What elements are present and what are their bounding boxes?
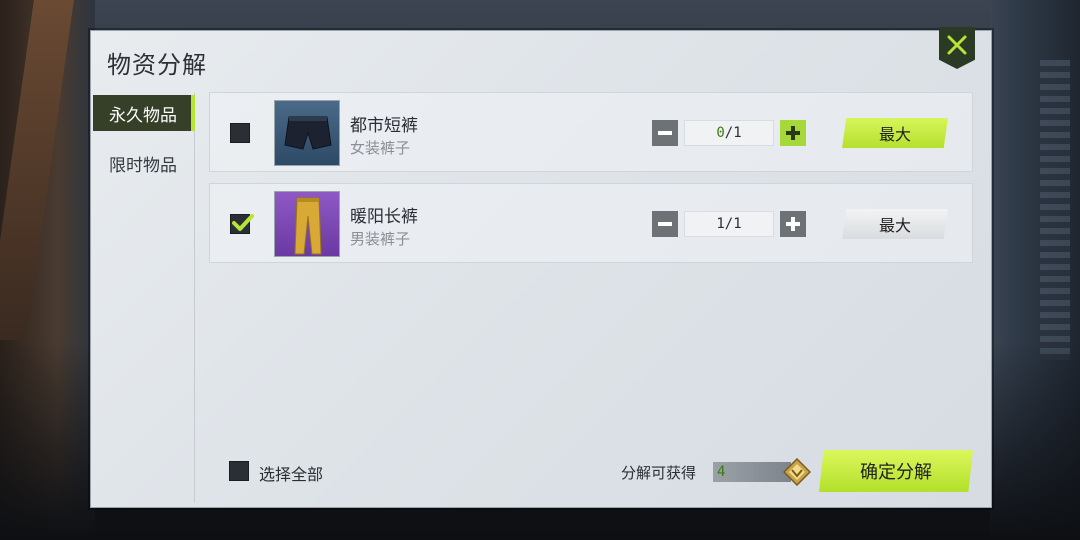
plus-icon <box>786 126 800 140</box>
minus-icon <box>658 131 672 135</box>
quantity-current: 0 <box>716 125 725 141</box>
close-icon <box>947 35 967 55</box>
increase-button[interactable] <box>780 120 806 146</box>
category-sidebar: 永久物品 限时物品 <box>91 93 195 503</box>
quantity-total: /1 <box>724 125 742 141</box>
item-row: 都市短裤 女装裤子 0/1 最大 <box>209 92 973 172</box>
increase-button[interactable] <box>780 211 806 237</box>
minus-icon <box>658 222 672 226</box>
confirm-decompose-button[interactable]: 确定分解 <box>819 450 973 492</box>
item-checkbox[interactable] <box>230 214 254 234</box>
max-button[interactable]: 最大 <box>842 118 948 148</box>
tab-permanent-items[interactable]: 永久物品 <box>93 95 195 131</box>
dialog-title: 物资分解 <box>107 51 207 79</box>
item-row: 暖阳长裤 男装裤子 1/1 最大 <box>209 183 973 263</box>
quantity-total: /1 <box>724 216 742 232</box>
pants-icon <box>294 197 322 255</box>
item-thumbnail <box>274 191 340 257</box>
quantity-display: 0/1 <box>684 120 774 146</box>
select-all-label[interactable]: 选择全部 <box>259 461 323 485</box>
yield-value: 4 <box>713 462 791 482</box>
quantity-display: 1/1 <box>684 211 774 237</box>
item-checkbox[interactable] <box>230 123 250 143</box>
shorts-icon <box>284 116 332 150</box>
item-type: 男装裤子 <box>350 230 411 248</box>
plus-icon <box>786 217 800 231</box>
yield-label: 分解可获得 <box>621 464 697 482</box>
tab-label: 限时物品 <box>109 155 177 176</box>
item-name: 都市短裤 <box>350 116 418 136</box>
decompose-dialog: 物资分解 永久物品 限时物品 都市短裤 女装裤子 0/1 最大 暖阳长裤 男装裤… <box>90 27 992 508</box>
select-all-checkbox[interactable] <box>229 461 249 481</box>
decrease-button[interactable] <box>652 120 678 146</box>
checkmark-icon <box>232 214 254 231</box>
item-thumbnail <box>274 100 340 166</box>
item-type: 女装裤子 <box>350 139 411 157</box>
quantity-current: 1 <box>716 216 725 232</box>
decrease-button[interactable] <box>652 211 678 237</box>
diamond-currency-icon <box>782 457 812 487</box>
tab-label: 永久物品 <box>109 105 177 126</box>
close-button[interactable] <box>939 27 975 69</box>
max-button[interactable]: 最大 <box>842 209 948 239</box>
tab-limited-items[interactable]: 限时物品 <box>93 145 193 181</box>
item-name: 暖阳长裤 <box>350 207 418 227</box>
